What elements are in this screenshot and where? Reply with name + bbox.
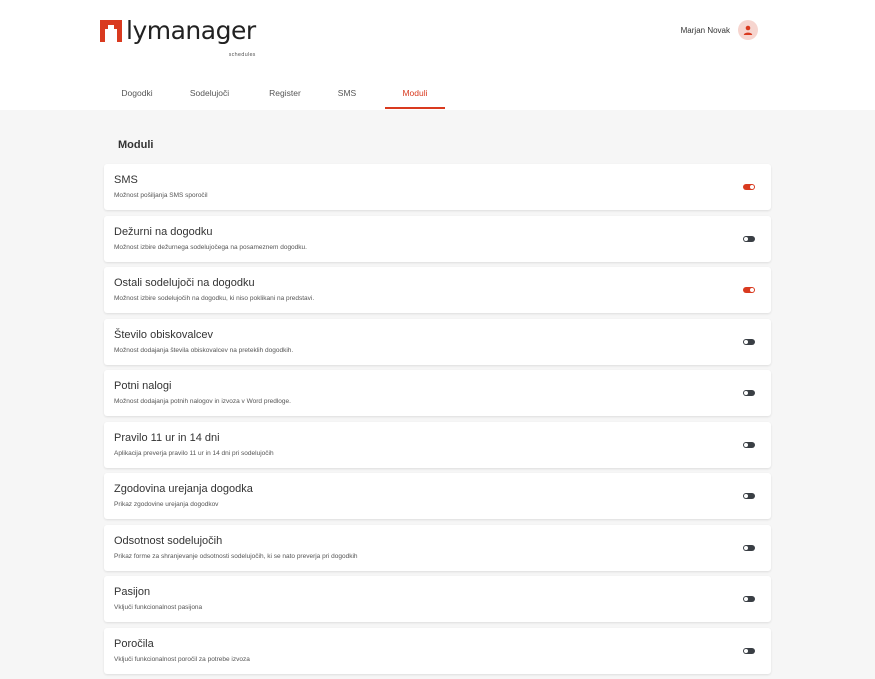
module-title: Odsotnost sodelujočih <box>114 534 223 547</box>
module-title: Pasijon <box>114 586 151 598</box>
toggle-knob <box>750 288 754 292</box>
logo-icon <box>100 20 122 42</box>
module-list: SMS Možnost pošiljanja SMS sporočil Dežu… <box>104 164 771 679</box>
module-card-odsotnost: Odsotnost sodelujočih Prikaz forme za sh… <box>104 524 771 571</box>
module-toggle[interactable] <box>743 647 755 654</box>
module-toggle[interactable] <box>743 184 755 190</box>
module-description: Možnost izbire sodelujočih na dogodku, k… <box>114 295 315 302</box>
module-title: Poročila <box>114 637 154 650</box>
module-description: Aplikacija preverja pravilo 11 ur in 14 … <box>114 449 274 457</box>
user-icon <box>743 25 753 35</box>
module-toggle[interactable] <box>743 493 755 499</box>
toggle-knob <box>744 494 748 498</box>
toggle-knob <box>744 339 748 344</box>
module-description: Vključi funkcionalnost poročil za potreb… <box>114 655 250 663</box>
logo-tagline: schedules <box>228 52 256 58</box>
user-name: Marjan Novak <box>680 25 730 35</box>
module-card-sms: SMS Možnost pošiljanja SMS sporočil <box>104 164 771 210</box>
module-title: Potni nalogi <box>114 380 172 392</box>
module-toggle[interactable] <box>743 287 755 293</box>
tab-sodelujoci[interactable]: Sodelujoči <box>167 80 252 110</box>
toggle-knob <box>750 185 754 189</box>
nav-tabs: Dogodki Sodelujoči Register SMS Moduli <box>107 80 445 110</box>
module-toggle[interactable] <box>743 441 755 448</box>
module-title: Zgodovina urejanja dogodka <box>114 483 253 495</box>
module-card-pasijon: Pasijon Vključi funkcionalnost pasijona <box>104 576 771 622</box>
module-card-potni-nalogi: Potni nalogi Možnost dodajanja potnih na… <box>104 370 771 416</box>
module-card-stevilo-obiskovalcev: Število obiskovalcev Možnost dodajanja š… <box>104 318 771 365</box>
toggle-knob <box>744 597 748 601</box>
module-title: Pravilo 11 ur in 14 dni <box>114 431 220 444</box>
module-card-dezurni: Dežurni na dogodku Možnost izbire dežurn… <box>104 215 771 262</box>
logo-text: lymanager schedules <box>126 18 256 59</box>
logo[interactable]: lymanager schedules <box>100 18 256 59</box>
module-toggle[interactable] <box>743 544 755 551</box>
module-card-porocila: Poročila Vključi funkcionalnost poročil … <box>104 627 771 674</box>
module-description: Možnost pošiljanja SMS sporočil <box>114 192 208 199</box>
page-title: Moduli <box>118 139 154 151</box>
module-card-zgodovina: Zgodovina urejanja dogodka Prikaz zgodov… <box>104 473 771 519</box>
module-card-pravilo: Pravilo 11 ur in 14 dni Aplikacija preve… <box>104 421 771 468</box>
toggle-knob <box>744 391 748 395</box>
toggle-knob <box>744 442 748 447</box>
tab-sms[interactable]: SMS <box>318 80 376 110</box>
module-toggle[interactable] <box>743 338 755 345</box>
module-title: SMS <box>114 174 138 186</box>
module-description: Prikaz zgodovine urejanja dogodkov <box>114 501 219 508</box>
top-bar: lymanager schedules Marjan Novak Dogodki… <box>0 0 875 110</box>
module-description: Možnost izbire dežurnega sodelujočega na… <box>114 243 307 251</box>
module-title: Dežurni na dogodku <box>114 225 213 238</box>
tab-moduli[interactable]: Moduli <box>385 80 445 110</box>
module-description: Vključi funkcionalnost pasijona <box>114 604 203 611</box>
module-toggle[interactable] <box>743 235 755 242</box>
toggle-knob <box>744 236 748 241</box>
module-description: Možnost dodajanja potnih nalogov in izvo… <box>114 398 291 405</box>
module-toggle[interactable] <box>743 596 755 602</box>
tab-dogodki[interactable]: Dogodki <box>107 80 167 110</box>
user-menu[interactable]: Marjan Novak <box>681 20 758 40</box>
module-toggle[interactable] <box>743 390 755 396</box>
module-title: Število obiskovalcev <box>114 328 214 341</box>
module-description: Možnost dodajanja števila obiskovalcev n… <box>114 346 294 354</box>
toggle-knob <box>744 648 748 653</box>
avatar[interactable] <box>738 20 758 40</box>
module-card-ostali-sodelujoci: Ostali sodelujoči na dogodku Možnost izb… <box>104 267 771 313</box>
toggle-knob <box>744 545 748 550</box>
module-title: Ostali sodelujoči na dogodku <box>114 277 255 289</box>
module-description: Prikaz forme za shranjevanje odsotnosti … <box>114 552 358 560</box>
tab-register[interactable]: Register <box>252 80 318 110</box>
